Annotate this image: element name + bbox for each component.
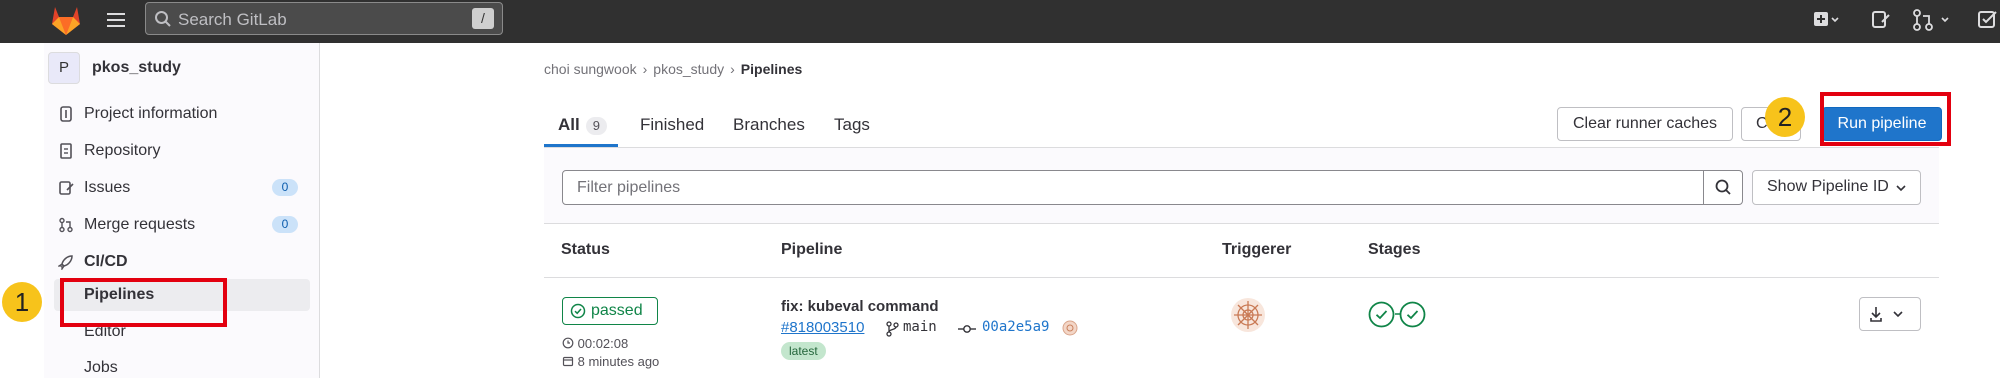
merge-request-icon <box>59 217 73 233</box>
top-navbar: Search GitLab / <box>0 0 2000 43</box>
pipeline-finished-time: 8 minutes ago <box>562 354 659 369</box>
search-icon <box>1715 179 1731 195</box>
sidebar-item-cicd[interactable]: CI/CD <box>44 246 320 278</box>
issues-icon[interactable] <box>1870 8 1892 32</box>
branch-name[interactable]: main <box>903 319 937 335</box>
stage-connector <box>1395 313 1401 315</box>
download-icon <box>1870 307 1903 322</box>
search-icon <box>155 11 171 27</box>
issues-count-badge: 0 <box>272 179 298 196</box>
finished-text: 8 minutes ago <box>577 354 660 369</box>
commit-icon <box>958 325 976 333</box>
pipeline-duration: 00:02:08 <box>562 336 628 351</box>
project-name[interactable]: pkos_study <box>92 59 181 77</box>
column-header-stages: Stages <box>1368 241 1421 258</box>
issues-icon <box>59 181 74 195</box>
commit-sha-link[interactable]: 00a2e5a9 <box>982 319 1049 335</box>
sidebar-item-issues[interactable]: Issues 0 <box>44 172 320 204</box>
column-header-triggerer: Triggerer <box>1222 241 1292 258</box>
sidebar-item-label: Merge requests <box>84 216 196 233</box>
tab-tags[interactable]: Tags <box>834 115 870 135</box>
search-shortcut-key: / <box>472 8 494 29</box>
show-pipeline-id-label: Show Pipeline ID <box>1767 178 1889 195</box>
commit-author-avatar-icon[interactable] <box>1062 320 1078 336</box>
search-bar[interactable]: Search GitLab / <box>145 2 503 35</box>
rocket-icon <box>58 255 73 270</box>
stage-passed-icon[interactable] <box>1368 301 1395 328</box>
filter-pipelines-input[interactable]: Filter pipelines <box>562 170 1704 205</box>
gitlab-logo-icon[interactable] <box>48 3 84 36</box>
annotation-marker-1: 1 <box>2 282 42 322</box>
download-artifacts-button[interactable] <box>1859 297 1921 331</box>
filter-search-button[interactable] <box>1703 170 1743 205</box>
clock-icon <box>562 337 574 349</box>
search-placeholder: Search GitLab <box>178 10 287 29</box>
merge-requests-count-badge: 0 <box>272 216 298 233</box>
merge-requests-icon[interactable] <box>1912 8 1954 32</box>
sidebar-item-label: Project information <box>84 105 218 122</box>
breadcrumb-owner[interactable]: choi sungwook <box>544 61 637 77</box>
tab-all-count: 9 <box>585 117 607 135</box>
status-text: passed <box>591 302 643 319</box>
pipeline-id-link[interactable]: #818003510 <box>781 319 864 336</box>
sidebar-subitem-label: Jobs <box>84 359 118 376</box>
tab-all[interactable]: All 9 <box>558 115 607 135</box>
stage-passed-icon[interactable] <box>1399 301 1426 328</box>
breadcrumb-current[interactable]: Pipelines <box>741 61 802 77</box>
table-header-divider <box>544 277 1939 278</box>
annotation-highlight-pipelines <box>60 278 227 327</box>
sidebar: P pkos_study Project information Reposit… <box>44 43 320 378</box>
tab-label: All <box>558 115 580 134</box>
chevron-down-icon <box>1896 185 1906 192</box>
sidebar-item-project-information[interactable]: Project information <box>44 98 320 130</box>
calendar-icon <box>562 356 574 367</box>
column-header-status: Status <box>561 241 610 258</box>
project-avatar[interactable]: P <box>48 52 80 84</box>
annotation-marker-2: 2 <box>1765 97 1805 137</box>
project-info-icon <box>60 106 72 122</box>
breadcrumb-separator: › <box>730 61 735 77</box>
breadcrumb-project[interactable]: pkos_study <box>653 61 724 77</box>
branch-icon <box>886 321 899 337</box>
sidebar-item-merge-requests[interactable]: Merge requests 0 <box>44 209 320 241</box>
breadcrumb-separator: › <box>642 61 648 77</box>
sidebar-item-label: Repository <box>84 142 161 159</box>
sidebar-item-repository[interactable]: Repository <box>44 135 320 167</box>
latest-tag: latest <box>781 342 826 360</box>
breadcrumb: choi sungwook › pkos_study › Pipelines <box>544 61 802 77</box>
sidebar-subitem-jobs[interactable]: Jobs <box>44 352 310 378</box>
column-header-pipeline: Pipeline <box>781 241 843 258</box>
tab-branches[interactable]: Branches <box>733 115 805 135</box>
commit-title[interactable]: fix: kubeval command <box>781 298 939 315</box>
triggerer-avatar-icon[interactable] <box>1230 297 1266 333</box>
duration-text: 00:02:08 <box>577 336 629 351</box>
clear-runner-caches-button[interactable]: Clear runner caches <box>1557 107 1733 141</box>
show-pipeline-id-dropdown[interactable]: Show Pipeline ID <box>1752 170 1921 205</box>
sidebar-item-label: CI/CD <box>84 253 128 270</box>
create-new-icon[interactable] <box>1812 8 1842 32</box>
check-circle-icon <box>570 303 586 319</box>
status-badge[interactable]: passed <box>562 297 658 325</box>
repository-icon <box>60 143 72 159</box>
sidebar-item-label: Issues <box>84 179 131 196</box>
annotation-highlight-run-pipeline <box>1820 92 1951 146</box>
tab-finished[interactable]: Finished <box>640 115 704 135</box>
todos-icon[interactable] <box>1976 8 2000 32</box>
menu-icon[interactable] <box>104 8 128 32</box>
